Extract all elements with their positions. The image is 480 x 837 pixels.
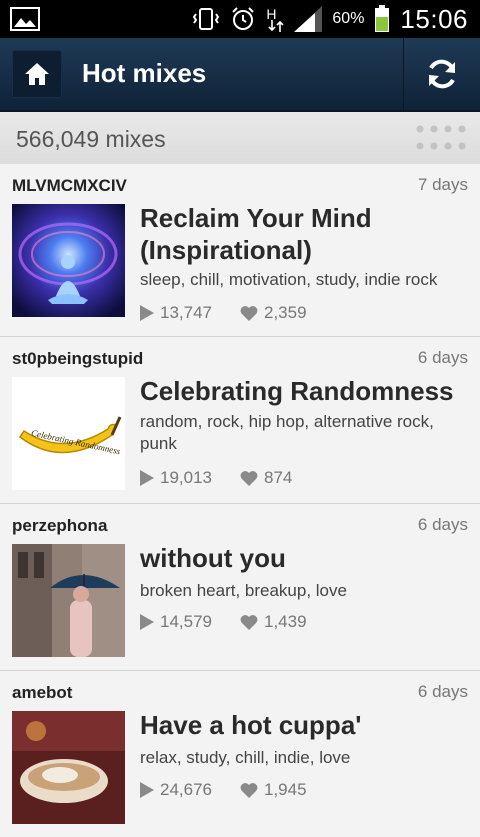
refresh-icon (429, 59, 455, 89)
action-bar: Hot mixes (0, 38, 480, 112)
play-count: 14,579 (140, 612, 212, 632)
mix-age: 7 days (417, 175, 468, 194)
mix-thumbnail[interactable]: Celebrating Randomness (12, 377, 125, 490)
mix-title[interactable]: Reclaim Your Mind (Inspirational) (140, 202, 470, 266)
play-icon (140, 614, 154, 630)
play-count-value: 14,579 (160, 612, 212, 631)
mix-thumbnail[interactable] (12, 544, 125, 657)
status-bar: H 60% 15:06 (0, 0, 480, 38)
list-item[interactable]: perzephona 6 days without you broken hea… (0, 504, 480, 671)
mix-stats: 14,579 1,439 (140, 612, 335, 632)
mix-author[interactable]: st0pbeingstupid (12, 349, 143, 369)
heart-icon (240, 783, 258, 798)
mix-author[interactable]: amebot (12, 683, 72, 703)
like-count: 2,359 (240, 303, 307, 323)
play-count: 19,013 (140, 468, 212, 488)
battery-icon (375, 5, 390, 32)
vibrate-icon (193, 8, 220, 30)
page-title: Hot mixes (82, 58, 207, 88)
like-count: 874 (240, 468, 292, 488)
play-icon (140, 305, 154, 321)
mix-stats: 24,676 1,945 (140, 780, 335, 800)
play-count-value: 13,747 (160, 303, 212, 322)
mix-title[interactable]: Celebrating Randomness (140, 375, 470, 407)
gallery-notification-icon (10, 7, 40, 31)
mix-tags: broken heart, breakup, love (140, 581, 347, 600)
list-item[interactable]: st0pbeingstupid 6 days Celebrating Rando… (0, 337, 480, 504)
mix-title[interactable]: without you (140, 542, 470, 574)
like-count: 1,945 (240, 780, 307, 800)
mix-tags: relax, study, chill, indie, love (140, 748, 351, 767)
list-item[interactable]: MLVMCMXCIV 7 days Reclaim Your Mind (Ins… (0, 164, 480, 337)
home-button[interactable] (12, 50, 62, 98)
grid-handle-icon[interactable] (416, 125, 466, 151)
home-icon (25, 63, 49, 85)
mix-tags: random, rock, hip hop, alternative rock,… (140, 412, 434, 453)
like-count: 1,439 (240, 612, 307, 632)
alarm-icon (232, 7, 255, 30)
mix-count: 566,049 mixes (16, 126, 166, 152)
clock: 15:06 (400, 3, 468, 34)
play-count: 24,676 (140, 780, 212, 800)
play-count-value: 24,676 (160, 780, 212, 799)
mix-count-bar: 566,049 mixes (0, 112, 480, 165)
mix-thumbnail[interactable] (12, 204, 125, 317)
like-count-value: 1,945 (264, 780, 307, 799)
mix-stats: 19,013 874 (140, 468, 320, 488)
play-icon (140, 782, 154, 798)
play-count-value: 19,013 (160, 468, 212, 487)
list-item[interactable]: amebot 6 days Have a hot cuppa' relax, s… (0, 671, 480, 837)
play-count: 13,747 (140, 303, 212, 323)
like-count-value: 1,439 (264, 612, 307, 631)
mix-age: 6 days (417, 515, 468, 534)
mix-title[interactable]: Have a hot cuppa' (140, 709, 470, 741)
heart-icon (240, 471, 258, 486)
play-icon (140, 470, 154, 486)
refresh-button[interactable] (403, 38, 480, 110)
battery-percent: 60% (332, 10, 365, 27)
mix-tags: sleep, chill, motivation, study, indie r… (140, 270, 438, 289)
mix-list: MLVMCMXCIV 7 days Reclaim Your Mind (Ins… (0, 164, 480, 837)
mix-stats: 13,747 2,359 (140, 303, 335, 323)
like-count-value: 2,359 (264, 303, 307, 322)
mix-author[interactable]: MLVMCMXCIV (12, 176, 127, 196)
like-count-value: 874 (264, 468, 293, 487)
mix-age: 6 days (417, 348, 468, 367)
signal-strength-icon (294, 6, 323, 32)
mix-age: 6 days (417, 682, 468, 701)
heart-icon (240, 615, 258, 630)
mix-author[interactable]: perzephona (12, 516, 107, 536)
heart-icon (240, 306, 258, 321)
mix-thumbnail[interactable] (12, 711, 125, 824)
data-activity-icon: H (266, 4, 284, 34)
